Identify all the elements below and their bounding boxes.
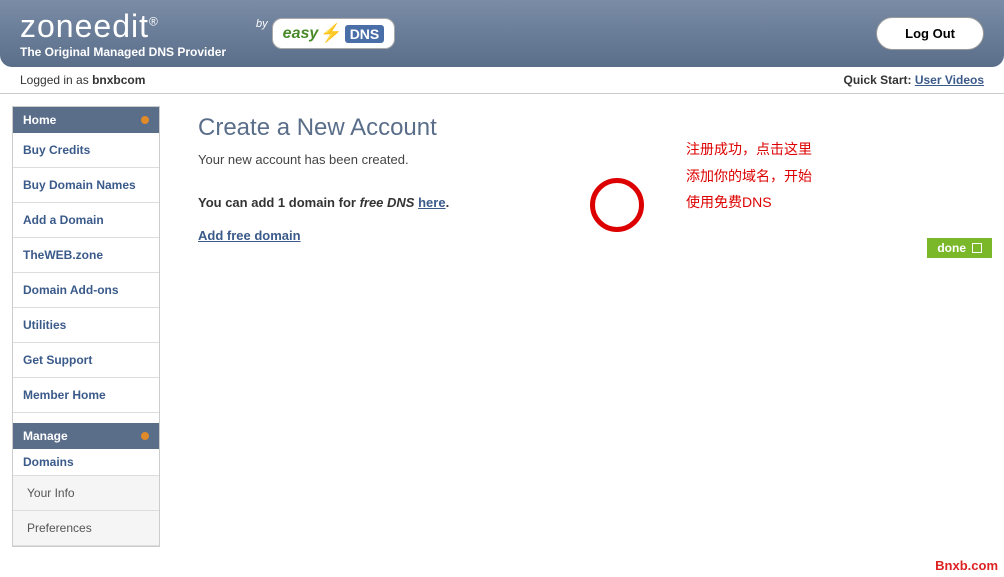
nav-your-info[interactable]: Your Info bbox=[13, 476, 159, 511]
dot-icon bbox=[141, 432, 149, 440]
container: Home Buy Credits Buy Domain Names Add a … bbox=[0, 94, 1004, 559]
nav-buy-credits[interactable]: Buy Credits bbox=[13, 133, 159, 168]
logo: zoneedit® The Original Managed DNS Provi… bbox=[20, 8, 226, 59]
topbar: Logged in as bnxbcom Quick Start: User V… bbox=[0, 67, 1004, 94]
nav-get-support[interactable]: Get Support bbox=[13, 343, 159, 378]
nav-utilities[interactable]: Utilities bbox=[13, 308, 159, 343]
easy-text: easy bbox=[283, 25, 319, 43]
manage-domains[interactable]: Domains bbox=[13, 449, 159, 476]
home-section-head: Home bbox=[13, 107, 159, 133]
user-videos-link[interactable]: User Videos bbox=[915, 73, 984, 87]
here-link[interactable]: here bbox=[418, 195, 445, 210]
username: bnxbcom bbox=[92, 73, 145, 87]
nav-buy-domain-names[interactable]: Buy Domain Names bbox=[13, 168, 159, 203]
created-message: Your new account has been created. bbox=[198, 152, 968, 167]
dns-text: DNS bbox=[345, 25, 385, 43]
dot-icon bbox=[141, 116, 149, 124]
easydns-branding: by easy ⚡ DNS bbox=[256, 18, 395, 49]
nav-add-a-domain[interactable]: Add a Domain bbox=[13, 203, 159, 238]
nav-theweb-zone[interactable]: TheWEB.zone bbox=[13, 238, 159, 273]
by-label: by bbox=[256, 18, 268, 30]
add-free-domain-link[interactable]: Add free domain bbox=[198, 228, 301, 243]
quick-start: Quick Start: User Videos bbox=[843, 73, 984, 87]
watermark: Bnxb.com bbox=[935, 558, 998, 573]
manage-section-head: Manage bbox=[13, 423, 159, 449]
loggedin-status: Logged in as bnxbcom bbox=[20, 73, 145, 87]
nav-member-home[interactable]: Member Home bbox=[13, 378, 159, 413]
done-button[interactable]: done bbox=[927, 238, 992, 258]
header: zoneedit® The Original Managed DNS Provi… bbox=[0, 0, 1004, 67]
square-icon bbox=[972, 243, 982, 253]
main-content: Create a New Account Your new account ha… bbox=[174, 106, 992, 547]
add-domain-message: You can add 1 domain for free DNS here. bbox=[198, 195, 968, 210]
sidebar: Home Buy Credits Buy Domain Names Add a … bbox=[12, 106, 160, 547]
logout-button[interactable]: Log Out bbox=[876, 17, 984, 50]
nav-domain-addons[interactable]: Domain Add-ons bbox=[13, 273, 159, 308]
easydns-badge: easy ⚡ DNS bbox=[272, 18, 396, 49]
annotation-text: 注册成功，点击这里 添加你的域名，开始 使用免费DNS bbox=[686, 136, 812, 216]
logo-text: zoneedit® bbox=[20, 8, 226, 45]
logo-tagline: The Original Managed DNS Provider bbox=[20, 45, 226, 59]
header-left: zoneedit® The Original Managed DNS Provi… bbox=[20, 8, 395, 59]
nav-preferences[interactable]: Preferences bbox=[13, 511, 159, 546]
bolt-icon: ⚡ bbox=[320, 23, 342, 44]
page-title: Create a New Account bbox=[198, 114, 968, 142]
